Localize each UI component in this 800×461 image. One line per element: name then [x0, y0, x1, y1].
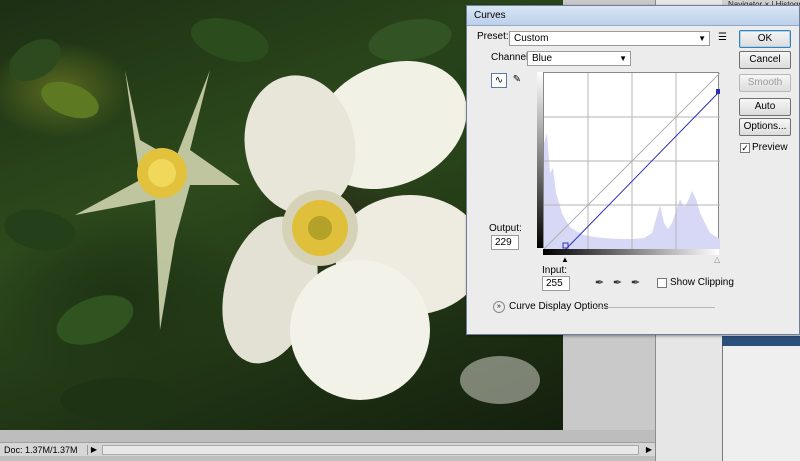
preview-checkbox[interactable]: ✓	[740, 143, 750, 153]
white-eyedropper-icon[interactable]: ✒	[629, 276, 642, 290]
output-label: Output:	[489, 223, 522, 234]
rose-bud	[75, 70, 240, 330]
channel-value: Blue	[532, 53, 553, 64]
white-rose	[222, 60, 485, 400]
preview-label: Preview	[752, 142, 788, 153]
lower-panel	[722, 346, 800, 461]
horizontal-scrollbar[interactable]	[102, 444, 639, 455]
options-button[interactable]: Options...	[739, 118, 791, 136]
show-clipping-checkbox[interactable]	[657, 278, 667, 288]
curve-point-white[interactable]	[716, 89, 720, 94]
chevron-down-icon: ▼	[619, 54, 627, 63]
input-gradient-bar	[543, 249, 719, 255]
dialog-titlebar[interactable]: Curves	[467, 6, 799, 26]
status-menu-arrow-icon[interactable]: ▶	[88, 445, 100, 454]
cancel-button[interactable]: Cancel	[739, 51, 791, 69]
auto-button[interactable]: Auto	[739, 98, 791, 116]
white-point-slider-icon[interactable]: △	[714, 255, 720, 264]
gray-eyedropper-icon[interactable]: ✒	[611, 276, 624, 290]
divider	[595, 307, 715, 308]
output-field[interactable]: 229	[491, 235, 519, 250]
output-gradient-bar	[537, 72, 543, 248]
panel-divider	[722, 336, 800, 346]
canvas-pasteboard-bottom	[0, 430, 655, 442]
show-clipping-label: Show Clipping	[670, 277, 734, 288]
black-eyedropper-icon[interactable]: ✒	[593, 276, 606, 290]
black-point-slider-icon[interactable]: ▲	[561, 255, 569, 264]
channel-select[interactable]: Blue ▼	[527, 51, 631, 66]
dialog-title: Curves	[474, 10, 506, 21]
expand-options-icon[interactable]: »	[493, 301, 505, 313]
scroll-right-arrow-icon[interactable]: ▶	[643, 445, 655, 454]
document-status-bar: Doc: 1.37M/1.37M ▶ ▶	[0, 442, 655, 456]
curve-graph[interactable]	[543, 72, 720, 249]
ok-button[interactable]: OK	[739, 30, 791, 48]
input-field[interactable]: 255	[542, 276, 570, 291]
curves-dialog: Curves Preset: Custom ▼ ☰ Channel: Blue …	[466, 5, 800, 335]
preset-select[interactable]: Custom ▼	[509, 31, 710, 46]
curve-point-tool-icon[interactable]: ∿	[491, 73, 507, 88]
input-label: Input:	[542, 265, 568, 276]
doc-size-info: Doc: 1.37M/1.37M	[0, 444, 88, 455]
preset-label: Preset:	[477, 31, 509, 42]
curve-display-options-label[interactable]: Curve Display Options	[509, 301, 608, 312]
channel-label: Channel:	[491, 52, 532, 63]
pencil-tool-icon[interactable]: ✎	[509, 73, 525, 88]
preset-value: Custom	[514, 33, 549, 44]
preset-menu-icon[interactable]: ☰	[718, 32, 727, 43]
smooth-button[interactable]: Smooth	[739, 74, 791, 92]
chevron-down-icon: ▼	[698, 34, 706, 43]
